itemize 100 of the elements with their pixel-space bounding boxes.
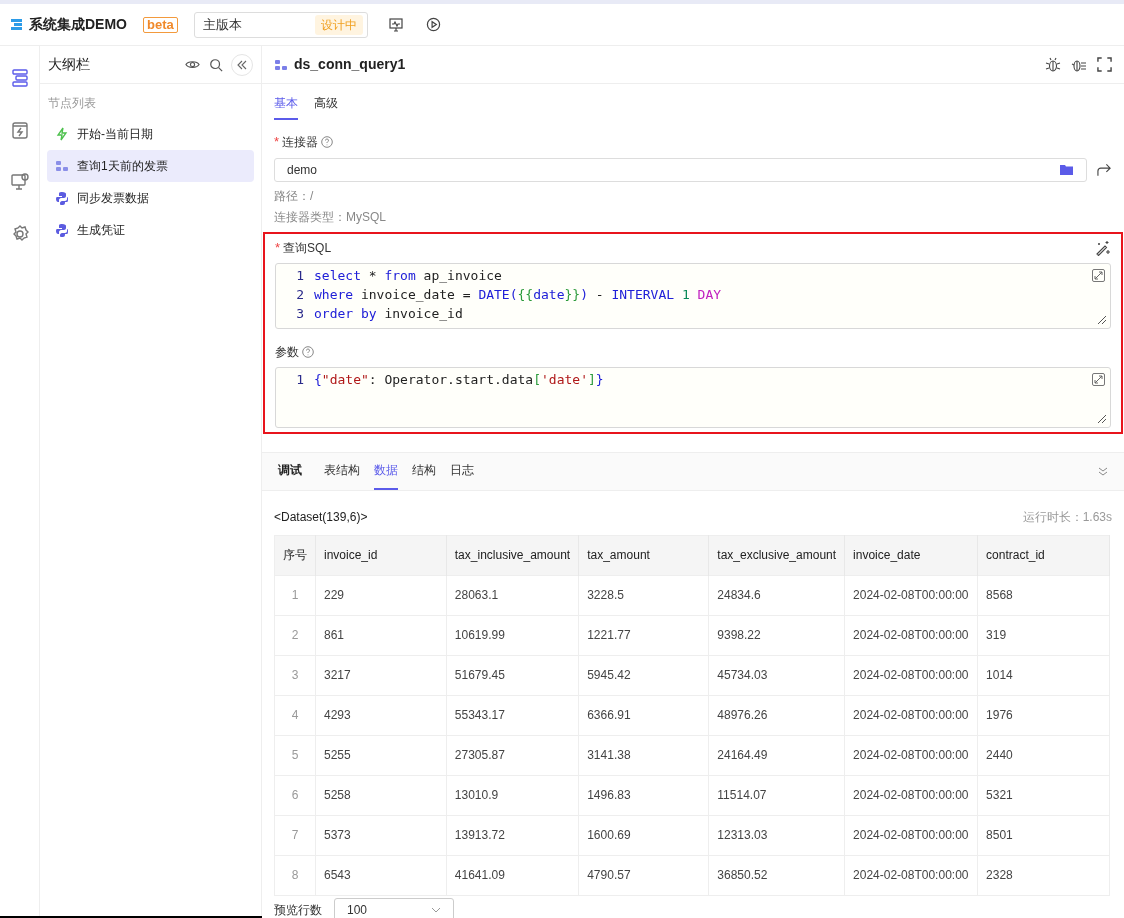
table-cell: 12313.03: [708, 815, 845, 855]
code-line: order by invoice_id: [314, 304, 463, 323]
code-line: select * from ap_invoice: [314, 266, 502, 285]
table-cell: 48976.26: [708, 695, 845, 735]
table-cell: 28063.1: [446, 575, 579, 615]
tab[interactable]: 结构: [412, 460, 436, 490]
table-cell: 7: [274, 815, 316, 855]
python-icon: [55, 223, 69, 237]
table-cell: 3217: [315, 655, 447, 695]
table-cell: 2024-02-08T00:00:00: [844, 815, 978, 855]
share-icon[interactable]: [1097, 162, 1112, 177]
monitor-icon[interactable]: [387, 16, 404, 33]
table-cell: 3: [274, 655, 316, 695]
tab[interactable]: 数据: [374, 460, 398, 490]
node-title: ds_conn_query1: [294, 55, 407, 74]
table-cell: 6543: [315, 855, 447, 895]
version-selector[interactable]: 主版本 设计中: [193, 11, 368, 38]
panel-title: 调试: [278, 461, 302, 479]
table-cell: 5: [274, 735, 316, 775]
table-cell: 13913.72: [446, 815, 579, 855]
double-chevron-icon: [237, 59, 247, 70]
code-line: where invoice_date = DATE({{date}}) - INTERVAL 1 DAY: [314, 285, 722, 304]
table-cell: 11514.07: [708, 775, 845, 815]
preview-select[interactable]: 100: [334, 897, 454, 918]
column-header: tax_inclusive_amount: [446, 535, 579, 575]
magic-wand-icon[interactable]: [1095, 239, 1111, 256]
lightning-icon: [55, 127, 69, 141]
resize-handle-icon[interactable]: [1097, 314, 1107, 325]
lightning-box-icon[interactable]: [9, 120, 30, 140]
code-editor[interactable]: 1 select * from ap_invoice 2 where invoice_date = DATE({{date}}) - INTERVAL 1 DAY 3 order by invoice_id: [275, 262, 1111, 329]
table-cell: 13010.9: [446, 775, 579, 815]
expand-icon[interactable]: [1092, 372, 1105, 386]
table-cell: 8568: [977, 575, 1110, 615]
table-cell: 2024-02-08T00:00:00: [844, 655, 978, 695]
table-cell: 8: [274, 855, 316, 895]
resize-handle-icon[interactable]: [1097, 413, 1107, 424]
table-cell: 8501: [977, 815, 1110, 855]
table-cell: 1221.77: [578, 615, 709, 655]
code-line: {"date": Operator.start.data['date']}: [314, 370, 604, 389]
preview-label: 预览行数: [274, 901, 322, 918]
table-cell: 1: [274, 575, 316, 615]
bug-icon[interactable]: [1045, 56, 1061, 73]
table-cell: 36850.52: [708, 855, 845, 895]
dataset-label: <Dataset(139,6)>: [274, 508, 368, 526]
table-cell: 45734.03: [708, 655, 845, 695]
logo-icon: [10, 18, 23, 31]
table-cell: 2440: [977, 735, 1110, 775]
table-cell: 1600.69: [578, 815, 709, 855]
code-editor[interactable]: 1 {"date": Operator.start.data['date']}: [275, 366, 1111, 428]
column-header: tax_amount: [578, 535, 709, 575]
outline-item[interactable]: 生成凭证: [47, 214, 254, 246]
table-cell: 27305.87: [446, 735, 579, 775]
python-icon: [55, 191, 69, 205]
table-cell: 229: [315, 575, 447, 615]
beta-badge: beta: [143, 16, 178, 33]
table-cell: 2: [274, 615, 316, 655]
table-cell: 51679.45: [446, 655, 579, 695]
type-text: 连接器类型：MySQL: [274, 208, 387, 226]
table-cell: 6: [274, 775, 316, 815]
runtime-text: 运行时长：1.63s: [1022, 508, 1112, 526]
table-cell: 3141.38: [578, 735, 709, 775]
table-cell: 4790.57: [578, 855, 709, 895]
table-cell: 1014: [977, 655, 1110, 695]
table-cell: 4: [274, 695, 316, 735]
connector-field[interactable]: demo: [274, 157, 1087, 182]
required-mark: *: [274, 133, 280, 151]
tab[interactable]: 基本: [274, 94, 298, 120]
expand-icon[interactable]: [1092, 268, 1105, 282]
tab[interactable]: 日志: [450, 460, 474, 490]
table-cell: 2024-02-08T00:00:00: [844, 615, 978, 655]
panel-title: 大纲栏: [48, 55, 91, 74]
line-number: 1: [295, 266, 305, 285]
monitor-info-icon[interactable]: [9, 172, 30, 192]
line-number: 1: [295, 370, 305, 389]
outline-item[interactable]: 查询1天前的发票: [47, 150, 254, 182]
search-icon[interactable]: [209, 57, 223, 72]
column-header: invoice_id: [315, 535, 447, 575]
table-cell: 5321: [977, 775, 1110, 815]
table-cell: 24164.49: [708, 735, 845, 775]
table-cell: 6366.91: [578, 695, 709, 735]
table-cell: 1976: [977, 695, 1110, 735]
tab[interactable]: 高级: [314, 94, 338, 120]
field-label: 查询SQL: [283, 239, 332, 257]
fullscreen-icon[interactable]: [1097, 57, 1112, 72]
outline-item[interactable]: 开始-当前日期: [47, 118, 254, 150]
table-cell: 55343.17: [446, 695, 579, 735]
outline-item[interactable]: 同步发票数据: [47, 182, 254, 214]
column-header: contract_id: [977, 535, 1110, 575]
table-cell: 2024-02-08T00:00:00: [844, 855, 978, 895]
table-cell: 5255: [315, 735, 447, 775]
required-mark: *: [275, 238, 281, 257]
line-number: 2: [295, 285, 305, 304]
tab[interactable]: 表结构: [324, 460, 360, 490]
table-cell: 2328: [977, 855, 1110, 895]
table-cell: 861: [315, 615, 447, 655]
table-cell: 5258: [315, 775, 447, 815]
outline-icon[interactable]: [9, 68, 30, 88]
path-text: 路径：/: [274, 187, 315, 205]
column-header: 序号: [274, 535, 316, 575]
play-icon[interactable]: [425, 17, 441, 32]
